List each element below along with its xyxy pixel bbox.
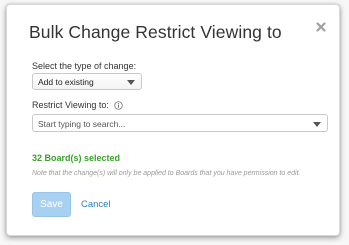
change-type-select[interactable]: Add to existing: [32, 73, 142, 90]
chevron-down-icon: [313, 122, 321, 127]
permission-note: Note that the change(s) will only be app…: [32, 170, 301, 177]
change-type-value: Add to existing: [38, 77, 94, 87]
chevron-down-icon: [127, 80, 135, 85]
restrict-viewing-label: Restrict Viewing to:: [32, 100, 109, 110]
save-button[interactable]: Save: [32, 192, 71, 217]
dialog-title: Bulk Change Restrict Viewing to: [29, 22, 282, 42]
close-icon: [316, 22, 326, 32]
close-button[interactable]: [315, 21, 327, 33]
restrict-viewing-label-row: Restrict Viewing to:: [32, 100, 124, 112]
bulk-change-dialog: Bulk Change Restrict Viewing to Select t…: [6, 4, 340, 236]
page-backdrop: Bulk Change Restrict Viewing to Select t…: [0, 0, 349, 245]
restrict-viewing-search-input[interactable]: Start typing to search...: [32, 114, 328, 132]
cancel-link[interactable]: Cancel: [81, 199, 111, 210]
change-type-label: Select the type of change:: [32, 61, 137, 71]
search-placeholder: Start typing to search...: [38, 119, 126, 129]
info-icon[interactable]: [114, 101, 124, 112]
boards-selected-count: 32 Board(s) selected: [32, 153, 121, 163]
